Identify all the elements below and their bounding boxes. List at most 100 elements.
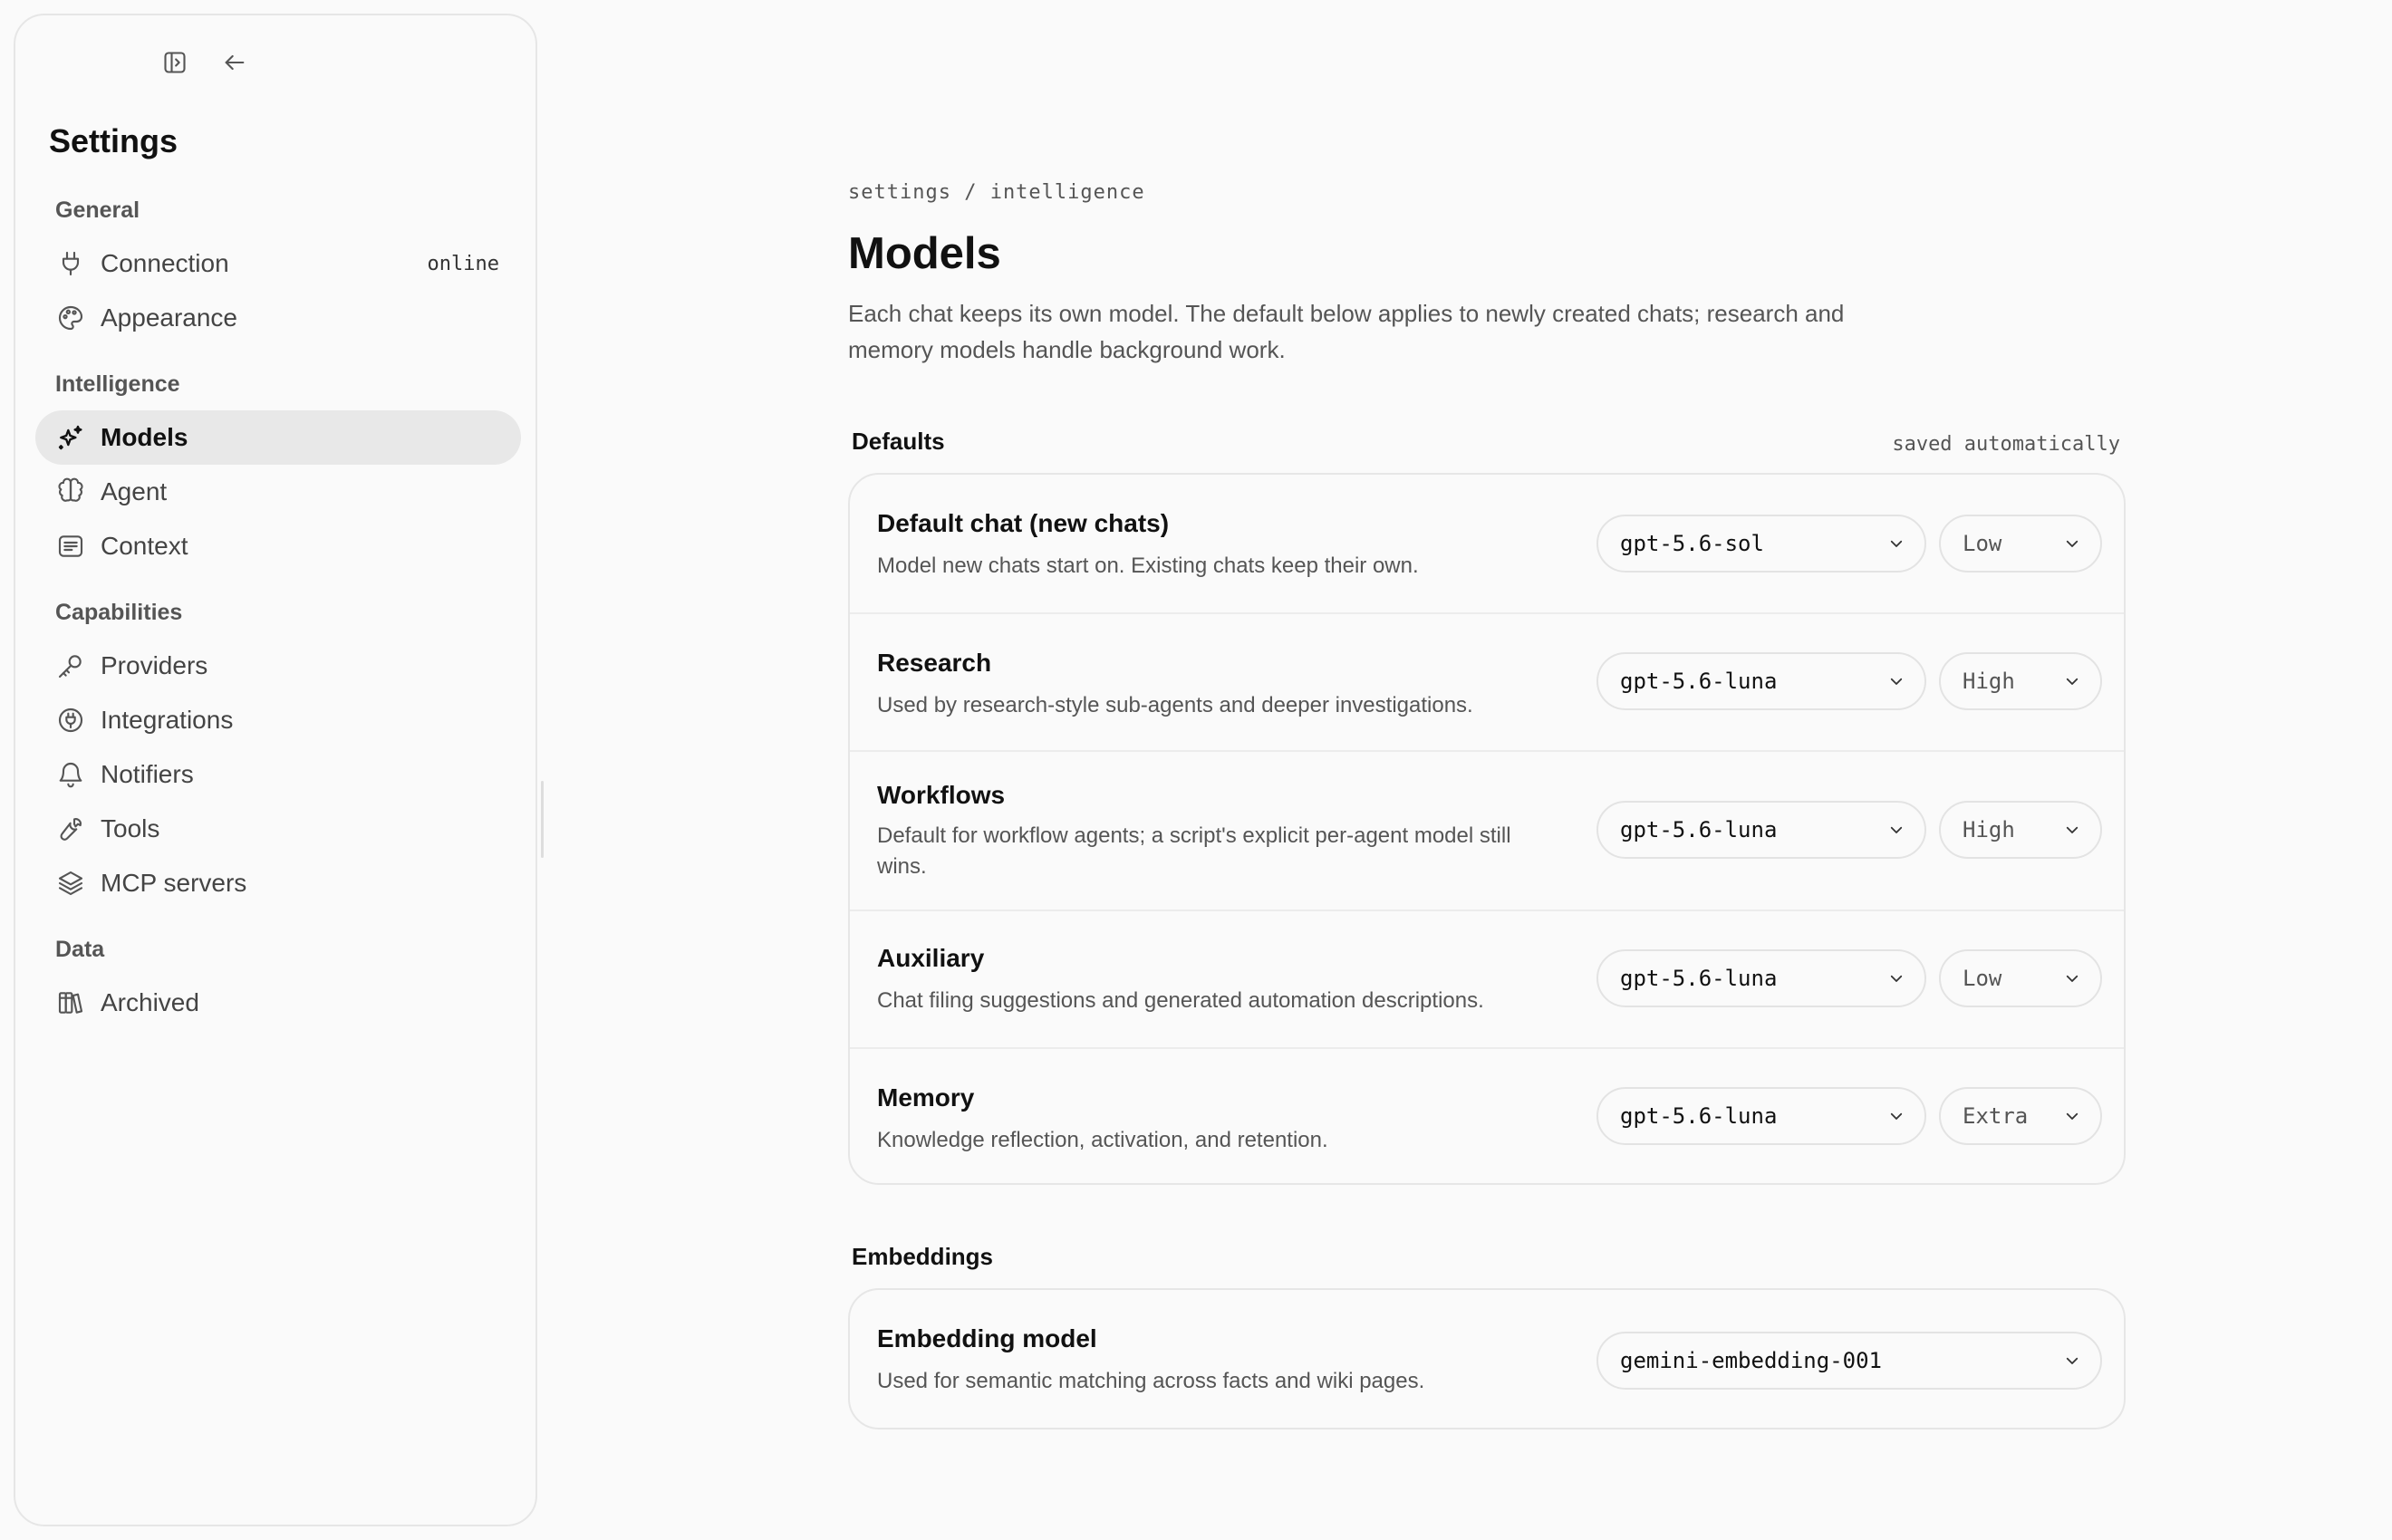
selected-embedding-model: gemini-embedding-001 <box>1620 1348 1882 1373</box>
sidebar-title: Settings <box>49 122 178 159</box>
model-select[interactable]: gpt-5.6-luna <box>1596 949 1926 1007</box>
effort-select[interactable]: High <box>1939 801 2102 859</box>
chevron-down-icon <box>2066 1112 2079 1120</box>
selected-effort: High <box>1963 817 2015 842</box>
row-title: Workflows <box>877 781 1006 809</box>
sidebar-item-connection[interactable]: Connection online <box>35 236 521 291</box>
selected-model: gpt-5.6-luna <box>1620 1103 1778 1129</box>
sidebar-item-label: MCP servers <box>101 869 247 897</box>
group-label-intelligence: Intelligence <box>55 371 180 397</box>
sidebar-item-label: Notifiers <box>101 760 194 788</box>
selected-model: gpt-5.6-luna <box>1620 669 1778 694</box>
row-title: Memory <box>877 1083 975 1112</box>
chevron-down-icon <box>1890 678 1903 685</box>
chevron-down-icon <box>2066 826 2079 833</box>
page-title: Models <box>848 229 1001 278</box>
chevron-down-icon <box>1890 975 1903 982</box>
model-select[interactable]: gpt-5.6-luna <box>1596 1087 1926 1145</box>
selected-effort: High <box>1963 669 2015 694</box>
plug-icon <box>55 248 86 279</box>
model-select[interactable]: gpt-5.6-luna <box>1596 652 1926 710</box>
settings-sidebar: Settings General Connection online Appea… <box>14 14 544 1526</box>
key-icon <box>55 650 86 681</box>
layers-icon <box>55 868 86 899</box>
sidebar-item-label: Providers <box>101 651 208 679</box>
row-description: Chat filing suggestions and generated au… <box>877 988 1484 1013</box>
autosave-note: saved automatically <box>1892 433 2120 456</box>
palette-icon <box>55 303 86 333</box>
sidebar-item-models[interactable]: Models <box>35 410 521 465</box>
bell-icon <box>55 759 86 790</box>
embedding-model-row: Embedding model Used for semantic matchi… <box>850 1290 2124 1428</box>
sidebar-item-notifiers[interactable]: Notifiers <box>35 747 521 802</box>
sidebar-item-appearance[interactable]: Appearance <box>35 291 521 345</box>
page-description: Each chat keeps its own model. The defau… <box>848 300 1845 363</box>
chevron-down-icon <box>2066 975 2079 982</box>
selected-effort: Low <box>1963 531 2002 556</box>
sidebar-item-integrations[interactable]: Integrations <box>35 693 521 747</box>
row-title: Research <box>877 649 992 677</box>
embedding-model-select[interactable]: gemini-embedding-001 <box>1596 1332 2102 1390</box>
row-title: Default chat (new chats) <box>877 509 1170 537</box>
brain-icon <box>55 476 86 507</box>
sidebar-scrollbar[interactable] <box>541 781 544 858</box>
model-select[interactable]: gpt-5.6-luna <box>1596 801 1926 859</box>
sidebar-item-mcp-servers[interactable]: MCP servers <box>35 856 521 910</box>
model-select[interactable]: gpt-5.6-sol <box>1596 515 1926 573</box>
chevron-down-icon <box>1890 826 1903 833</box>
toggle-sidebar-button[interactable] <box>157 44 193 81</box>
sidebar-item-label: Tools <box>101 814 160 842</box>
model-row-workflows: Workflows Default for workflow agents; a… <box>850 752 2124 911</box>
group-label-data: Data <box>55 937 105 962</box>
arrow-left-icon <box>225 54 245 71</box>
effort-select[interactable]: Low <box>1939 949 2102 1007</box>
sidebar-item-agent[interactable]: Agent <box>35 465 521 519</box>
sidebar-item-label: Models <box>101 423 188 451</box>
sidebar-item-label: Archived <box>101 988 199 1016</box>
selected-model: gpt-5.6-luna <box>1620 966 1778 991</box>
settings-main: settings / intelligence Models Each chat… <box>848 0 2126 1540</box>
selected-model: gpt-5.6-luna <box>1620 817 1778 842</box>
row-description: Knowledge reflection, activation, and re… <box>877 1128 1328 1152</box>
sidebar-toolbar <box>15 34 535 88</box>
row-description: Used by research-style sub-agents and de… <box>877 693 1473 717</box>
model-row-default-chat: Default chat (new chats) Model new chats… <box>850 475 2124 614</box>
sidebar-item-label: Appearance <box>101 303 238 332</box>
sidebar-item-providers[interactable]: Providers <box>35 639 521 693</box>
sparkles-icon <box>55 422 86 453</box>
model-row-auxiliary: Auxiliary Chat filing suggestions and ge… <box>850 911 2124 1049</box>
sidebar-item-context[interactable]: Context <box>35 519 521 573</box>
defaults-card: Default chat (new chats) Model new chats… <box>848 473 2126 1185</box>
chevron-down-icon <box>2066 540 2079 547</box>
sidebar-item-label: Context <box>101 532 188 560</box>
row-description: Used for semantic matching across facts … <box>877 1369 1425 1393</box>
effort-select[interactable]: Extra <box>1939 1087 2102 1145</box>
selected-effort: Low <box>1963 966 2002 991</box>
list-icon <box>55 531 86 562</box>
group-label-general: General <box>55 197 140 223</box>
sidebar-item-tools[interactable]: Tools <box>35 802 521 856</box>
chevron-down-icon <box>2066 678 2079 685</box>
effort-select[interactable]: Low <box>1939 515 2102 573</box>
sidebar-item-label: Integrations <box>101 706 234 734</box>
breadcrumb: settings / intelligence <box>848 181 1145 204</box>
row-title: Embedding model <box>877 1324 1097 1352</box>
wrench-icon <box>55 813 86 844</box>
selected-model: gpt-5.6-sol <box>1620 531 1764 556</box>
chevron-down-icon <box>1890 540 1903 547</box>
sidebar-item-archived[interactable]: Archived <box>35 976 521 1030</box>
books-icon <box>55 987 86 1018</box>
sidebar-item-label: Agent <box>101 477 168 505</box>
sidebar-panel-icon <box>164 52 186 73</box>
group-label-capabilities: Capabilities <box>55 600 183 625</box>
chevron-down-icon <box>2066 1357 2079 1364</box>
row-description: Model new chats start on. Existing chats… <box>877 553 1419 578</box>
embeddings-card: Embedding model Used for semantic matchi… <box>848 1288 2126 1429</box>
back-button[interactable] <box>217 44 253 81</box>
effort-select[interactable]: High <box>1939 652 2102 710</box>
model-row-research: Research Used by research-style sub-agen… <box>850 614 2124 752</box>
chevron-down-icon <box>1890 1112 1903 1120</box>
sidebar-item-label: Connection <box>101 249 229 277</box>
selected-effort: Extra <box>1963 1103 2029 1129</box>
row-description: Default for workflow agents; a script's … <box>877 823 1511 879</box>
